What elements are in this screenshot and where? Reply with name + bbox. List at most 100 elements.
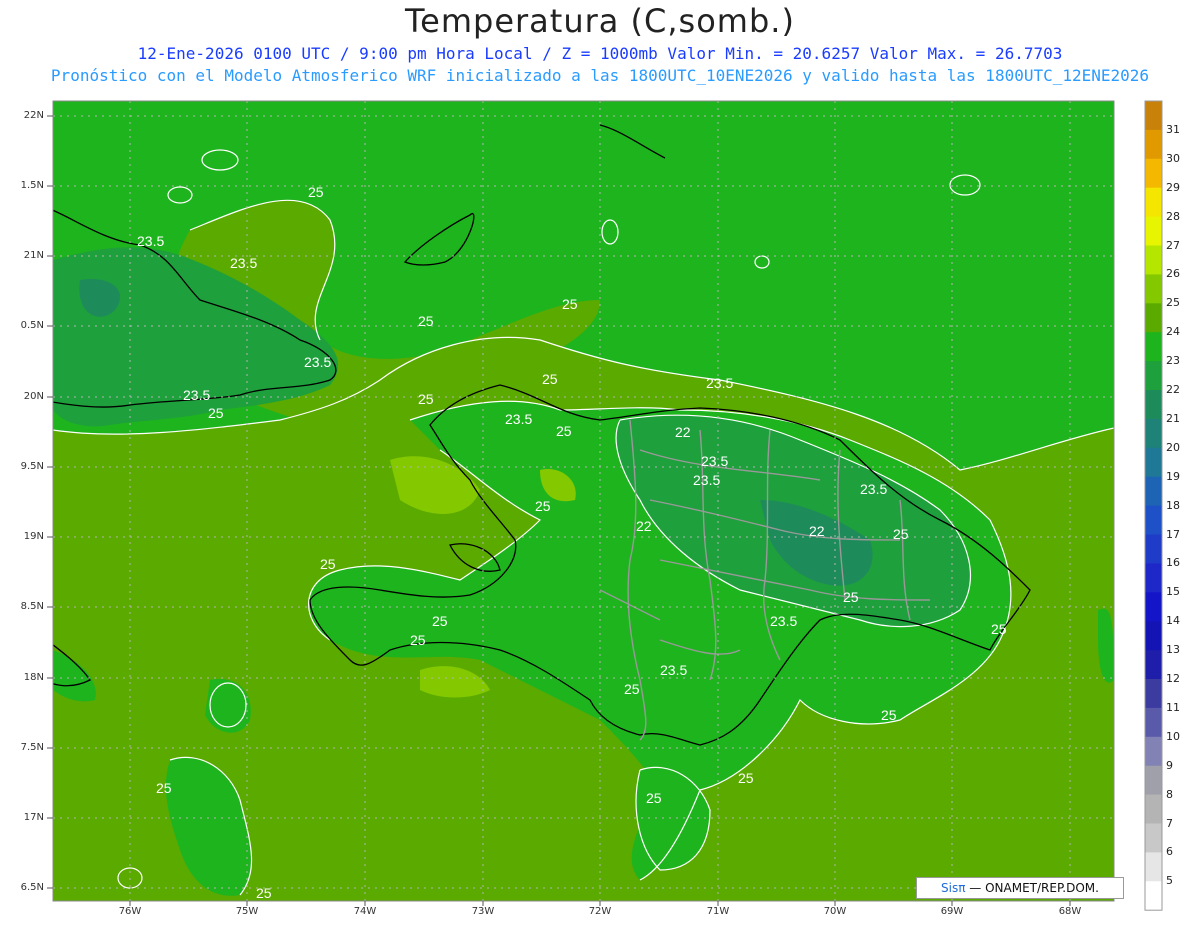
colorbar-label: 8 — [1166, 787, 1173, 801]
lat-label: 6.5N — [20, 882, 44, 893]
colorbar-label: 25 — [1166, 296, 1180, 310]
colorbar-label: 17 — [1166, 527, 1180, 541]
colorbar-label: 21 — [1166, 411, 1180, 425]
temperature-map: 23.5 23.5 25 25 23.5 23.5 25 25 25 25 23.5 23.5 25 22… — [47, 100, 1163, 911]
contour-label: 25 — [624, 681, 640, 697]
lat-label: 17N — [23, 812, 44, 823]
colorbar-label: 24 — [1166, 325, 1180, 339]
sispi-logo: Sisπ — [941, 881, 966, 895]
lat-label: 21N — [23, 250, 44, 261]
colorbar-swatch — [1145, 418, 1162, 449]
colorbar-label: 26 — [1166, 267, 1180, 281]
colorbar-swatch — [1145, 823, 1162, 853]
colorbar-label: 11 — [1166, 700, 1180, 714]
colorbar-label: 15 — [1166, 585, 1180, 599]
lon-label: 74W — [353, 906, 377, 917]
colorbar-label: 10 — [1166, 729, 1180, 743]
colorbar-swatch — [1145, 332, 1162, 362]
lat-label: 18N — [23, 672, 44, 683]
colorbar-swatch — [1145, 736, 1162, 767]
lat-label: 19N — [23, 531, 44, 542]
contour-label: 25 — [535, 498, 551, 514]
colorbar-swatch — [1145, 303, 1162, 333]
lon-label: 75W — [235, 906, 259, 917]
contour-label: 25 — [893, 526, 909, 542]
lon-label: 70W — [823, 906, 847, 917]
contour-label: 25 — [556, 423, 572, 439]
colorbar-swatch — [1145, 794, 1162, 824]
contour-label: 23.5 — [137, 233, 164, 249]
lat-label: 20N — [23, 391, 44, 402]
contour-label: 25 — [738, 770, 754, 786]
colorbar-swatch — [1145, 592, 1162, 622]
colorbar-swatch — [1145, 852, 1162, 882]
colorbar-swatch — [1145, 505, 1162, 535]
colorbar-swatch — [1145, 361, 1162, 391]
contour-label: 25 — [308, 184, 324, 200]
contour-label: 22 — [636, 518, 652, 534]
lon-label: 71W — [706, 906, 730, 917]
colorbar-swatch — [1145, 534, 1162, 564]
colorbar-label: 29 — [1166, 180, 1180, 194]
colorbar-swatch — [1145, 274, 1162, 304]
contour-label: 23.5 — [706, 375, 733, 391]
colorbar — [1144, 100, 1163, 911]
colorbar-swatch — [1145, 563, 1162, 593]
lat-label: 8.5N — [20, 601, 44, 612]
lon-label: 72W — [588, 906, 612, 917]
colorbar-swatch — [1145, 679, 1162, 709]
contour-label: 25 — [646, 790, 662, 806]
contour-label: 23.5 — [860, 481, 887, 497]
colorbar-label: 27 — [1166, 238, 1180, 252]
contour-label: 25 — [208, 405, 224, 421]
colorbar-label: 23 — [1166, 354, 1180, 368]
colorbar-label: 18 — [1166, 498, 1180, 512]
contour-label: 23.5 — [660, 662, 687, 678]
contour-label: 25 — [256, 885, 272, 901]
colorbar-swatch — [1145, 765, 1162, 796]
colorbar-label: 5 — [1166, 874, 1173, 888]
contour-label: 23.5 — [505, 411, 532, 427]
colorbar-swatch — [1145, 101, 1162, 131]
colorbar-label: 12 — [1166, 672, 1180, 685]
credit-text: — ONAMET/REP.DOM. — [965, 881, 1099, 895]
contour-label: 23.5 — [230, 255, 257, 271]
colorbar-label: 14 — [1166, 614, 1180, 628]
contour-label: 25 — [991, 621, 1007, 637]
contour-label: 25 — [418, 313, 434, 329]
contour-label: 23.5 — [183, 387, 210, 403]
colorbar-label: 6 — [1166, 845, 1173, 859]
colorbar-swatch — [1145, 187, 1162, 218]
colorbar-swatch — [1145, 476, 1162, 507]
colorbar-swatch — [1145, 707, 1162, 738]
contour-label: 22 — [809, 523, 825, 539]
contour-label: 23.5 — [770, 613, 797, 629]
colorbar-label: 30 — [1166, 151, 1180, 165]
contour-label: 25 — [542, 371, 558, 387]
colorbar-swatch — [1145, 447, 1162, 478]
colorbar-label: 20 — [1166, 440, 1180, 454]
colorbar-label: 22 — [1166, 383, 1180, 396]
colorbar-label: 16 — [1166, 556, 1180, 570]
colorbar-swatch — [1145, 129, 1162, 160]
credit-box: Sisπ — ONAMET/REP.DOM. — [916, 877, 1124, 899]
contour-label: 22 — [675, 424, 691, 440]
colorbar-swatch — [1145, 245, 1162, 275]
colorbar-label: 19 — [1166, 469, 1180, 483]
lat-label: 22N — [23, 110, 44, 121]
contour-label: 23.5 — [304, 354, 331, 370]
contour-label: 25 — [432, 613, 448, 629]
contour-label: 25 — [320, 556, 336, 572]
contour-label: 25 — [881, 707, 897, 723]
colorbar-swatch — [1145, 158, 1162, 189]
lon-label: 76W — [118, 906, 142, 917]
contour-label: 25 — [418, 391, 434, 407]
lat-label: 7.5N — [20, 742, 44, 753]
colorbar-swatch — [1145, 621, 1162, 651]
colorbar-swatch — [1145, 216, 1162, 246]
colorbar-label: 31 — [1166, 122, 1180, 136]
colorbar-label: 7 — [1166, 816, 1173, 830]
colorbar-swatch — [1145, 881, 1162, 911]
contour-label: 25 — [156, 780, 172, 796]
contour-label: 23.5 — [693, 472, 720, 488]
